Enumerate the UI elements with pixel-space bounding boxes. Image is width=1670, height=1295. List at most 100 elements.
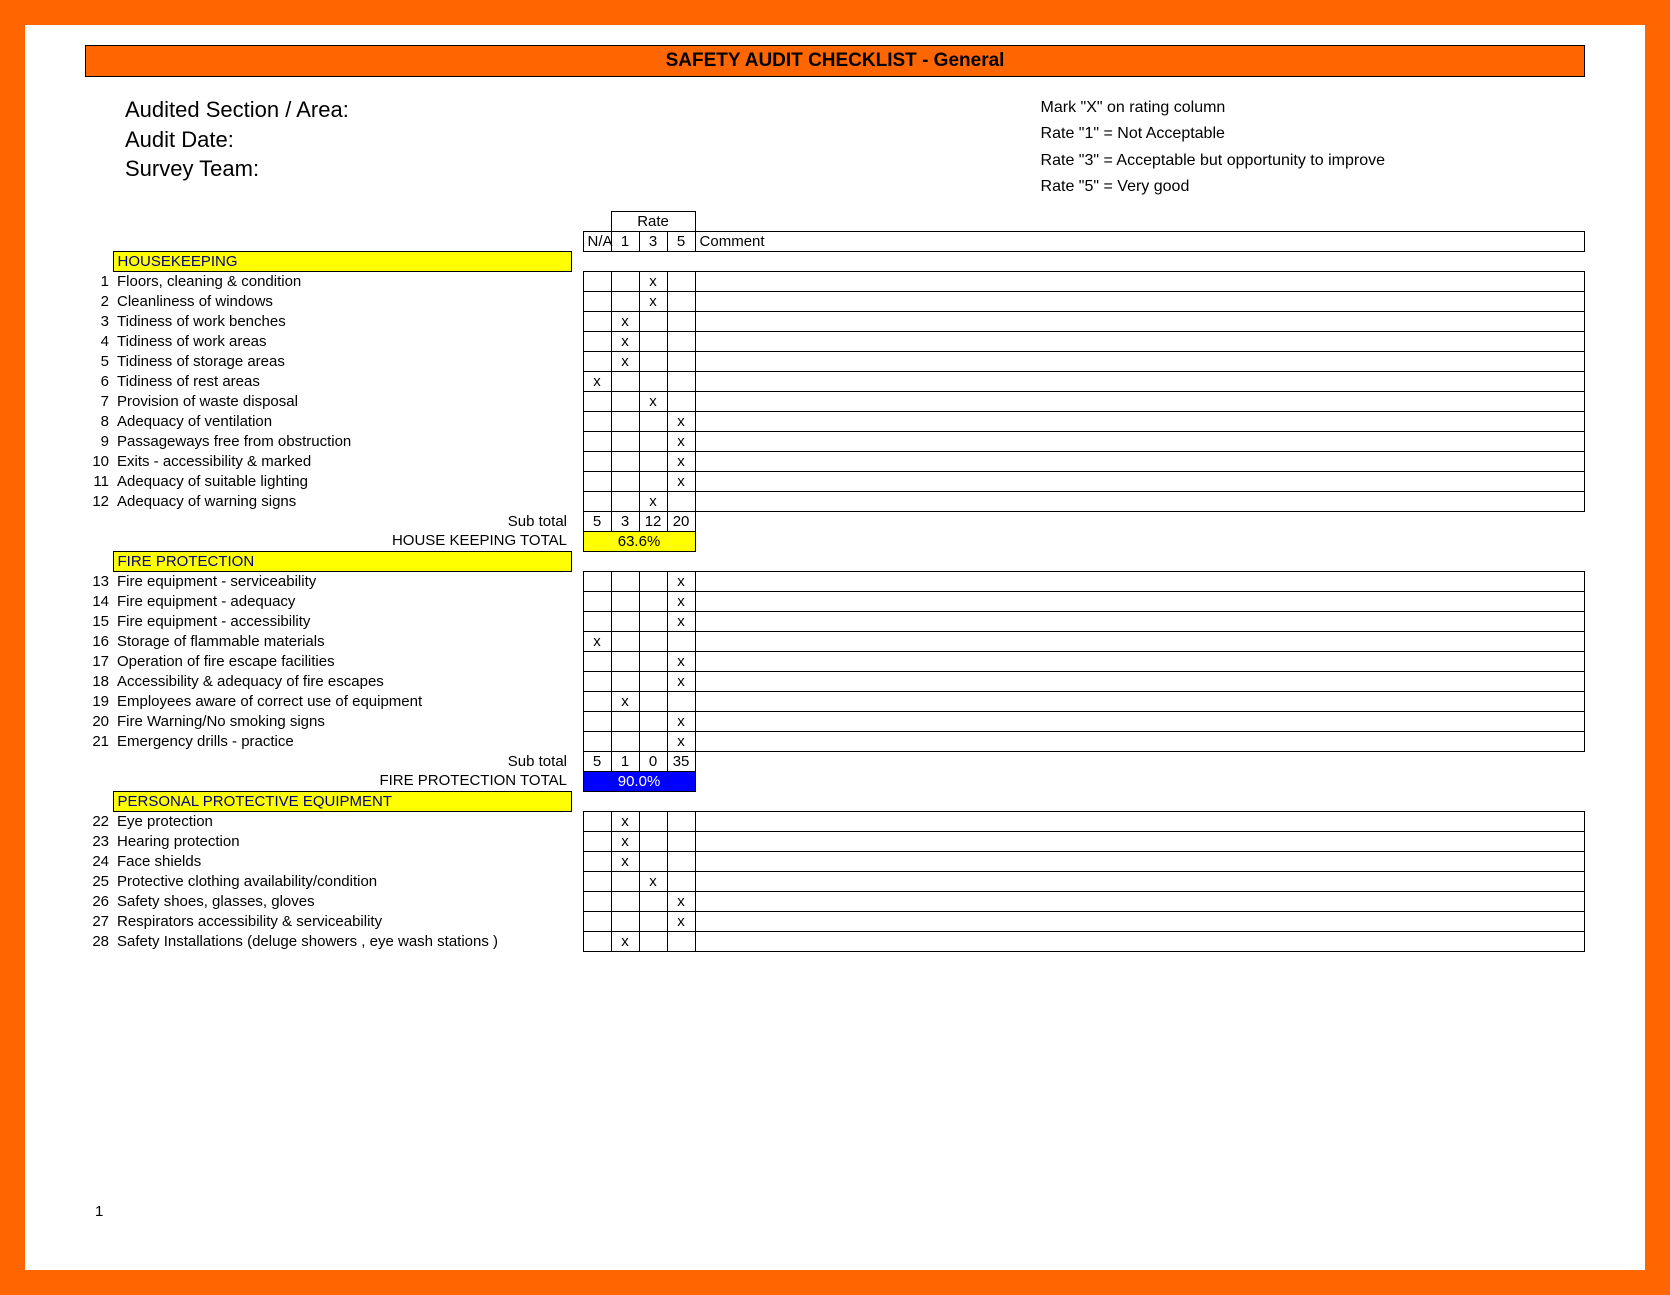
rating-cell-1[interactable] <box>611 591 639 611</box>
rating-cell-na[interactable] <box>583 391 611 411</box>
rating-cell-3[interactable] <box>639 691 667 711</box>
rating-cell-na[interactable] <box>583 271 611 291</box>
rating-cell-3[interactable] <box>639 931 667 951</box>
comment-cell[interactable] <box>695 851 1584 871</box>
rating-cell-1[interactable]: x <box>611 351 639 371</box>
rating-cell-1[interactable]: x <box>611 691 639 711</box>
rating-cell-1[interactable] <box>611 871 639 891</box>
rating-cell-na[interactable]: x <box>583 631 611 651</box>
rating-cell-5[interactable] <box>667 291 695 311</box>
rating-cell-3[interactable] <box>639 631 667 651</box>
comment-cell[interactable] <box>695 691 1584 711</box>
comment-cell[interactable] <box>695 651 1584 671</box>
rating-cell-1[interactable] <box>611 291 639 311</box>
comment-cell[interactable] <box>695 311 1584 331</box>
rating-cell-3[interactable] <box>639 851 667 871</box>
rating-cell-1[interactable] <box>611 671 639 691</box>
rating-cell-1[interactable] <box>611 391 639 411</box>
rating-cell-3[interactable] <box>639 411 667 431</box>
comment-cell[interactable] <box>695 711 1584 731</box>
rating-cell-3[interactable] <box>639 471 667 491</box>
rating-cell-5[interactable] <box>667 491 695 511</box>
rating-cell-3[interactable]: x <box>639 491 667 511</box>
rating-cell-5[interactable]: x <box>667 411 695 431</box>
rating-cell-3[interactable]: x <box>639 291 667 311</box>
rating-cell-3[interactable] <box>639 311 667 331</box>
rating-cell-1[interactable] <box>611 631 639 651</box>
comment-cell[interactable] <box>695 831 1584 851</box>
rating-cell-1[interactable]: x <box>611 311 639 331</box>
rating-cell-na[interactable] <box>583 711 611 731</box>
rating-cell-1[interactable]: x <box>611 851 639 871</box>
rating-cell-5[interactable]: x <box>667 891 695 911</box>
rating-cell-na[interactable] <box>583 491 611 511</box>
comment-cell[interactable] <box>695 471 1584 491</box>
comment-cell[interactable] <box>695 931 1584 951</box>
rating-cell-na[interactable] <box>583 651 611 671</box>
rating-cell-3[interactable] <box>639 451 667 471</box>
comment-cell[interactable] <box>695 451 1584 471</box>
rating-cell-5[interactable]: x <box>667 911 695 931</box>
rating-cell-3[interactable] <box>639 731 667 751</box>
rating-cell-na[interactable] <box>583 851 611 871</box>
rating-cell-5[interactable] <box>667 631 695 651</box>
rating-cell-na[interactable] <box>583 671 611 691</box>
rating-cell-5[interactable] <box>667 851 695 871</box>
rating-cell-3[interactable] <box>639 911 667 931</box>
comment-cell[interactable] <box>695 371 1584 391</box>
rating-cell-5[interactable]: x <box>667 591 695 611</box>
rating-cell-5[interactable]: x <box>667 571 695 591</box>
rating-cell-na[interactable] <box>583 611 611 631</box>
comment-cell[interactable] <box>695 871 1584 891</box>
rating-cell-5[interactable]: x <box>667 611 695 631</box>
rating-cell-5[interactable] <box>667 351 695 371</box>
rating-cell-3[interactable] <box>639 431 667 451</box>
rating-cell-3[interactable] <box>639 891 667 911</box>
rating-cell-5[interactable] <box>667 271 695 291</box>
comment-cell[interactable] <box>695 631 1584 651</box>
rating-cell-3[interactable] <box>639 671 667 691</box>
rating-cell-1[interactable] <box>611 371 639 391</box>
rating-cell-5[interactable]: x <box>667 471 695 491</box>
rating-cell-1[interactable] <box>611 731 639 751</box>
rating-cell-na[interactable]: x <box>583 371 611 391</box>
rating-cell-na[interactable] <box>583 331 611 351</box>
rating-cell-3[interactable] <box>639 711 667 731</box>
rating-cell-5[interactable]: x <box>667 711 695 731</box>
rating-cell-5[interactable] <box>667 931 695 951</box>
rating-cell-1[interactable]: x <box>611 331 639 351</box>
rating-cell-5[interactable] <box>667 371 695 391</box>
comment-cell[interactable] <box>695 391 1584 411</box>
comment-cell[interactable] <box>695 891 1584 911</box>
rating-cell-na[interactable] <box>583 311 611 331</box>
rating-cell-3[interactable] <box>639 611 667 631</box>
rating-cell-1[interactable] <box>611 571 639 591</box>
rating-cell-1[interactable]: x <box>611 931 639 951</box>
comment-cell[interactable] <box>695 591 1584 611</box>
rating-cell-3[interactable] <box>639 651 667 671</box>
rating-cell-1[interactable] <box>611 411 639 431</box>
rating-cell-5[interactable]: x <box>667 671 695 691</box>
rating-cell-na[interactable] <box>583 811 611 831</box>
rating-cell-5[interactable] <box>667 811 695 831</box>
comment-cell[interactable] <box>695 291 1584 311</box>
rating-cell-1[interactable] <box>611 491 639 511</box>
rating-cell-na[interactable] <box>583 871 611 891</box>
rating-cell-3[interactable]: x <box>639 271 667 291</box>
comment-cell[interactable] <box>695 271 1584 291</box>
rating-cell-5[interactable]: x <box>667 431 695 451</box>
rating-cell-na[interactable] <box>583 891 611 911</box>
rating-cell-3[interactable] <box>639 351 667 371</box>
comment-cell[interactable] <box>695 491 1584 511</box>
rating-cell-na[interactable] <box>583 471 611 491</box>
rating-cell-1[interactable] <box>611 611 639 631</box>
rating-cell-na[interactable] <box>583 411 611 431</box>
rating-cell-5[interactable] <box>667 831 695 851</box>
rating-cell-1[interactable]: x <box>611 831 639 851</box>
rating-cell-1[interactable] <box>611 451 639 471</box>
comment-cell[interactable] <box>695 671 1584 691</box>
rating-cell-1[interactable] <box>611 891 639 911</box>
comment-cell[interactable] <box>695 571 1584 591</box>
rating-cell-3[interactable]: x <box>639 871 667 891</box>
rating-cell-na[interactable] <box>583 291 611 311</box>
